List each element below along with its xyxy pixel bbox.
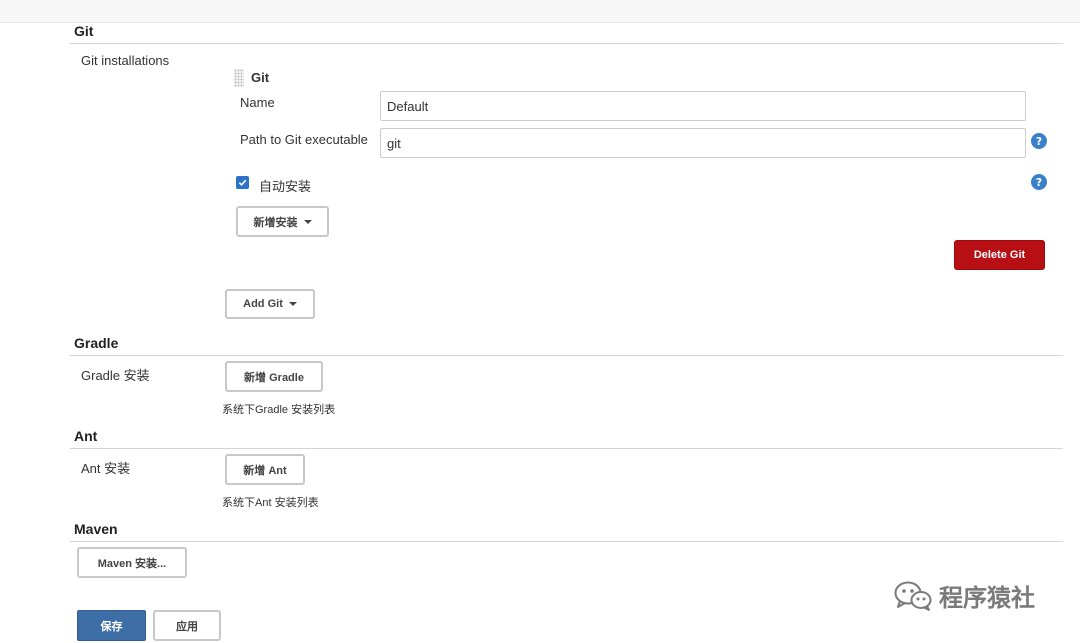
maven-section-divider <box>70 541 1063 542</box>
add-installer-label: 新增安装 <box>253 216 298 229</box>
path-label: Path to Git executable <box>240 132 368 147</box>
path-help-icon[interactable]: ? <box>1031 133 1047 149</box>
help-glyph: ? <box>1035 134 1043 148</box>
gradle-section-title: Gradle <box>74 335 119 351</box>
add-ant-label: 新增 Ant <box>243 464 287 477</box>
ant-description: 系统下Ant 安装列表 <box>222 497 319 509</box>
auto-install-label: 自动安装 <box>259 179 312 194</box>
save-label: 保存 <box>100 620 123 633</box>
git-block-title: Git <box>251 70 270 85</box>
delete-git-button[interactable]: Delete Git <box>954 240 1045 270</box>
watermark: 程序猿社 <box>893 578 1035 613</box>
name-label: Name <box>240 95 275 110</box>
watermark-text: 程序猿社 <box>939 584 1035 612</box>
git-section-divider <box>70 43 1063 44</box>
add-gradle-label: 新增 Gradle <box>244 371 304 384</box>
apply-button[interactable]: 应用 <box>153 610 221 641</box>
auto-install-checkbox[interactable] <box>236 176 249 189</box>
maven-installations-label: Maven 安装... <box>97 557 167 570</box>
save-button[interactable]: 保存 <box>77 610 146 641</box>
maven-section-title: Maven <box>74 521 118 537</box>
auto-install-help-icon[interactable]: ? <box>1031 174 1047 190</box>
help-glyph: ? <box>1035 175 1043 189</box>
maven-installations-button[interactable]: Maven 安装... <box>77 547 187 578</box>
checkmark-icon <box>238 179 247 187</box>
add-git-button[interactable]: Add Git <box>225 289 315 319</box>
gradle-section-divider <box>70 355 1063 356</box>
add-git-label: Add Git <box>243 298 283 310</box>
gradle-installations-label: Gradle 安装 <box>81 368 150 383</box>
drag-handle-icon[interactable] <box>234 69 244 87</box>
caret-down-icon <box>303 219 312 224</box>
wechat-icon <box>894 581 932 611</box>
add-gradle-button[interactable]: 新增 Gradle <box>225 361 323 392</box>
name-input[interactable] <box>380 91 1026 121</box>
add-installer-button[interactable]: 新增安装 <box>236 206 329 237</box>
path-input[interactable] <box>380 128 1026 158</box>
add-ant-button[interactable]: 新增 Ant <box>225 454 305 485</box>
delete-git-label: Delete Git <box>973 249 1026 261</box>
top-bar <box>0 0 1080 23</box>
gradle-description: 系统下Gradle 安装列表 <box>222 404 336 416</box>
ant-section-title: Ant <box>74 428 98 444</box>
git-section-title: Git <box>74 23 94 39</box>
caret-down-icon <box>288 302 297 306</box>
apply-label: 应用 <box>176 620 198 633</box>
ant-section-divider <box>70 448 1063 449</box>
git-installations-label: Git installations <box>81 53 170 68</box>
ant-installations-label: Ant 安装 <box>81 461 131 476</box>
